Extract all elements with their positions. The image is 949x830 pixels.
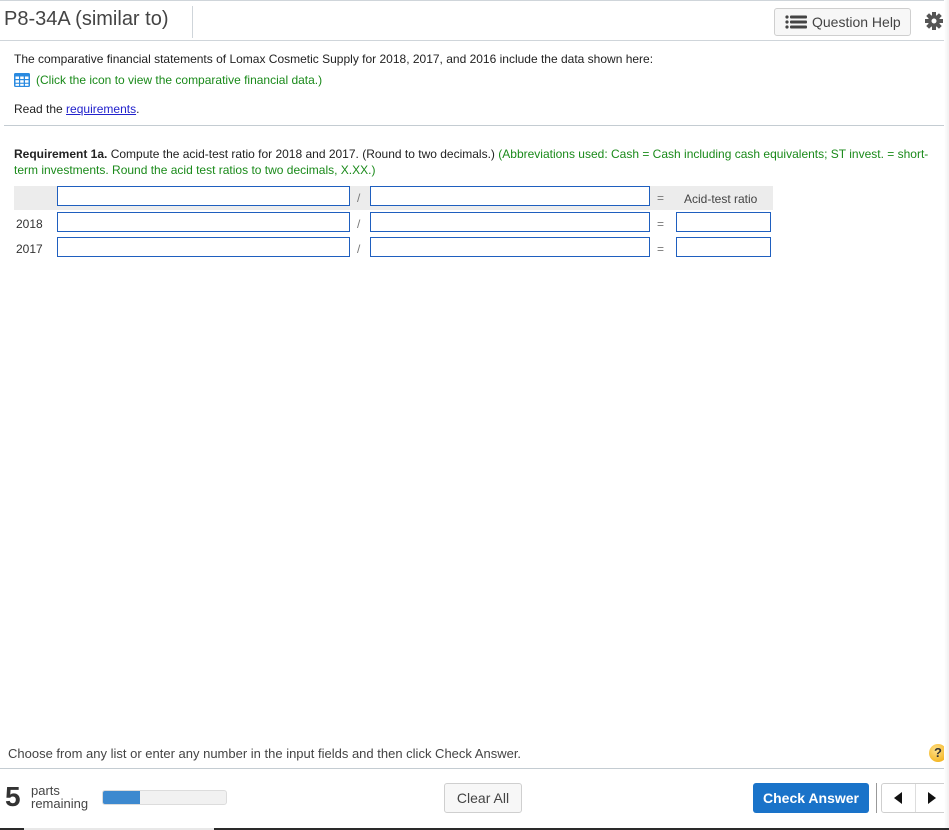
read-requirements: Read the requirements. <box>14 102 139 116</box>
scrollbar-edge <box>944 0 949 828</box>
equals-operator: = <box>657 191 665 205</box>
row-year: 2017 <box>16 242 43 256</box>
ratio-input-2017[interactable] <box>676 237 771 257</box>
denominator-input-2018[interactable] <box>370 212 650 232</box>
header-denominator-input[interactable] <box>370 186 650 206</box>
title-divider <box>192 6 193 38</box>
requirement-body: Compute the acid-test ratio for 2018 and… <box>107 147 499 161</box>
read-prefix: Read the <box>14 102 67 116</box>
acid-test-ratio-header: Acid-test ratio <box>684 192 758 206</box>
table-header-row: / = Acid-test ratio <box>14 186 773 210</box>
row-year: 2018 <box>16 217 43 231</box>
list-icon <box>785 15 807 29</box>
divide-operator: / <box>357 242 361 256</box>
parts-remaining-count: 5 <box>5 781 21 812</box>
check-answer-button[interactable]: Check Answer <box>753 783 869 813</box>
question-title: P8-34A (similar to) <box>4 8 169 30</box>
gear-icon[interactable] <box>924 11 944 31</box>
next-button[interactable] <box>914 784 949 812</box>
triangle-left-icon <box>894 792 903 804</box>
requirements-link[interactable]: requirements <box>66 102 136 116</box>
requirement-label: Requirement 1a. <box>14 147 108 161</box>
equals-operator: = <box>657 217 665 231</box>
parts-remaining-label: parts remaining <box>31 784 88 810</box>
table-row: 2017 / = <box>14 237 773 261</box>
question-help-label: Question Help <box>812 14 901 30</box>
footer-instruction: Choose from any list or enter any number… <box>8 746 522 761</box>
read-suffix: . <box>136 102 140 116</box>
financial-data-link-text[interactable]: (Click the icon to view the comparative … <box>36 73 322 87</box>
table-row: 2018 / = <box>14 212 773 236</box>
remaining-label: remaining <box>31 796 89 811</box>
question-help-button[interactable]: Question Help <box>774 8 911 36</box>
numerator-input-2017[interactable] <box>57 237 350 257</box>
question-header: P8-34A (similar to) Question Help <box>0 0 949 41</box>
intro-text: The comparative financial statements of … <box>14 52 654 66</box>
progress-fill <box>103 791 140 804</box>
header-numerator-input[interactable] <box>57 186 350 206</box>
table-grid-icon[interactable] <box>14 73 30 87</box>
triangle-right-icon <box>927 792 936 804</box>
divide-operator: / <box>357 217 361 231</box>
clear-all-button[interactable]: Clear All <box>444 783 522 813</box>
requirement-text: Requirement 1a. Compute the acid-test ra… <box>14 146 934 178</box>
divide-operator: / <box>357 191 361 205</box>
equals-operator: = <box>657 242 665 256</box>
denominator-input-2017[interactable] <box>370 237 650 257</box>
previous-button[interactable] <box>882 784 915 812</box>
question-nav <box>881 783 949 813</box>
nav-separator <box>876 783 877 813</box>
ratio-input-2018[interactable] <box>676 212 771 232</box>
section-divider <box>4 125 944 126</box>
numerator-input-2018[interactable] <box>57 212 350 232</box>
parts-progress-bar <box>102 790 227 805</box>
footer-divider <box>0 768 949 769</box>
financial-data-link[interactable]: (Click the icon to view the comparative … <box>14 73 322 87</box>
